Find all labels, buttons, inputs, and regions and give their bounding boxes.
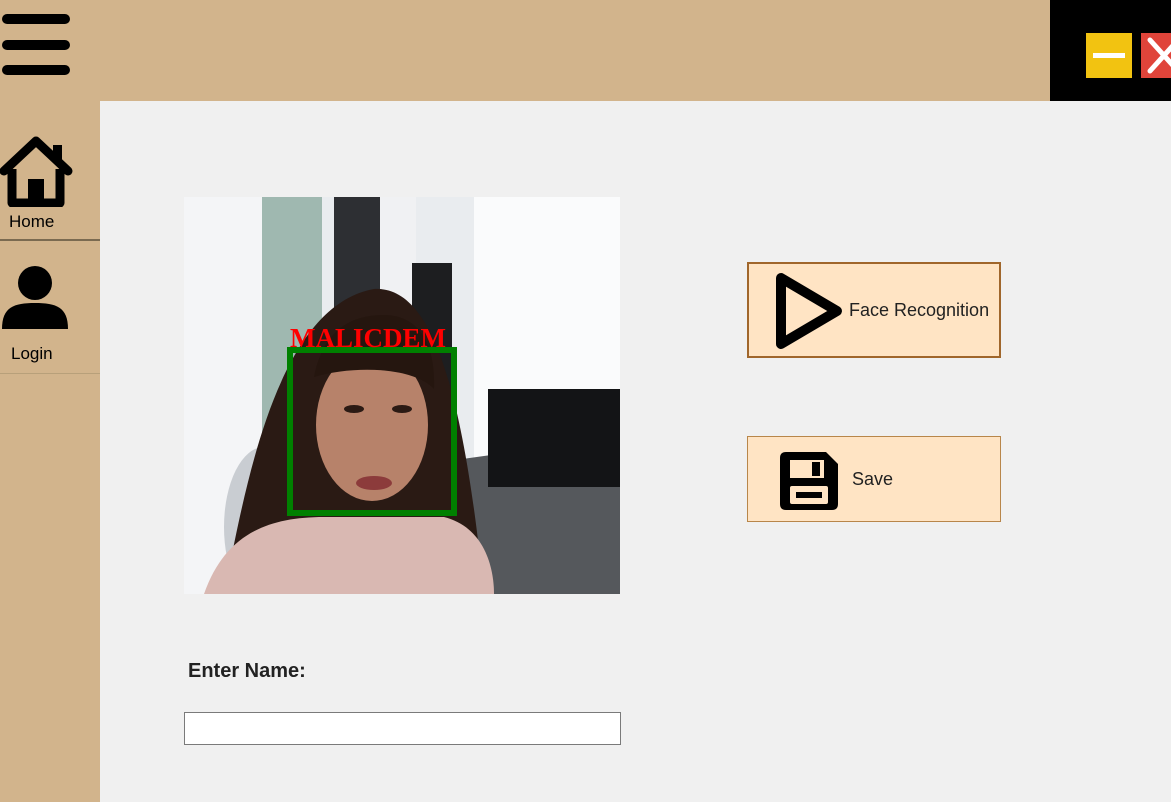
- user-icon: [2, 266, 68, 329]
- close-button[interactable]: [1141, 33, 1171, 78]
- name-input[interactable]: [184, 712, 621, 745]
- camera-frame-image: MALICDEM: [184, 197, 620, 594]
- hamburger-menu-icon[interactable]: [0, 14, 72, 76]
- sidebar-item-home[interactable]: Home: [0, 129, 100, 241]
- save-button[interactable]: Save: [747, 436, 1001, 522]
- detected-name-label: MALICDEM: [290, 323, 446, 353]
- sidebar-item-label: Home: [9, 212, 55, 231]
- floppy-disk-icon: [780, 452, 838, 510]
- sidebar-item-login[interactable]: Login: [0, 241, 100, 374]
- close-icon: [1147, 37, 1171, 74]
- save-label: Save: [852, 469, 894, 489]
- home-icon: [0, 136, 73, 207]
- face-recognition-label: Face Recognition: [849, 300, 990, 320]
- camera-preview: MALICDEM: [184, 197, 620, 594]
- face-recognition-button[interactable]: Face Recognition: [747, 262, 1001, 358]
- enter-name-label: Enter Name:: [188, 660, 306, 682]
- play-icon: [776, 273, 842, 349]
- sidebar-item-label: Login: [11, 344, 53, 363]
- title-bar: [0, 0, 1050, 101]
- minimize-button[interactable]: [1086, 33, 1132, 78]
